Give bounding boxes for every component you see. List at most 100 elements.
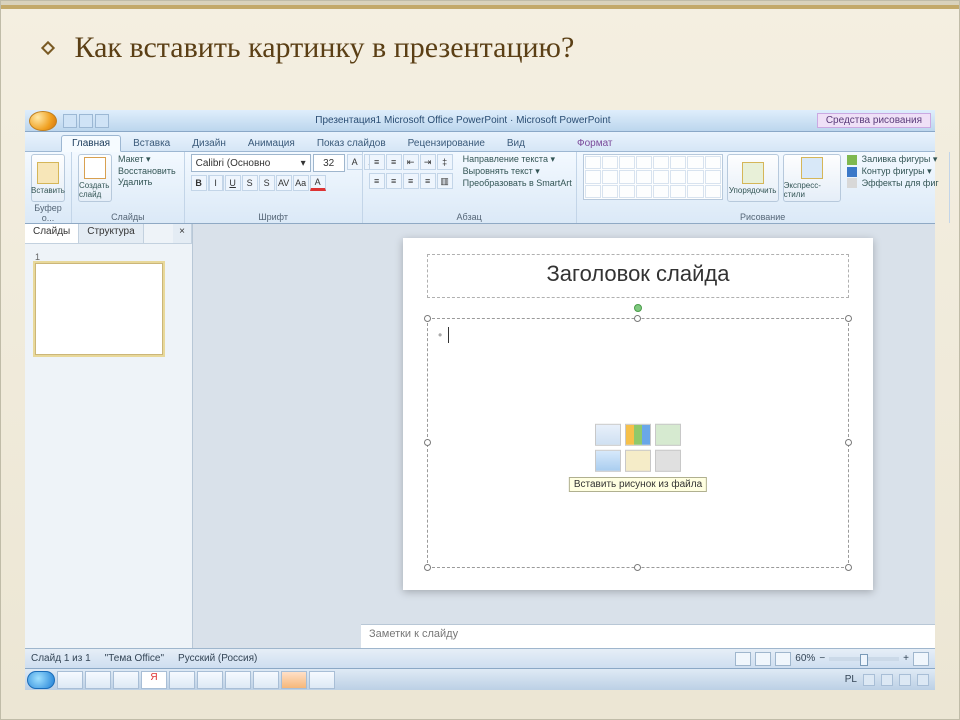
shape-effects-button[interactable]: Эффекты для фиг [845, 178, 943, 188]
slide-thumbnail[interactable]: 1 [35, 252, 182, 355]
insert-table-icon[interactable] [595, 424, 621, 446]
tray-network-icon[interactable] [899, 674, 911, 686]
reset-button[interactable]: Восстановить [116, 166, 178, 176]
align-text-button[interactable]: Выровнять текст ▾ [461, 166, 574, 177]
columns-button[interactable]: ▥ [437, 173, 453, 189]
shape-outline-button[interactable]: Контур фигуры ▾ [845, 166, 943, 177]
title-placeholder[interactable]: Заголовок слайда [427, 254, 849, 298]
selection-handle[interactable] [845, 315, 852, 322]
zoom-in-button[interactable]: + [903, 653, 909, 664]
taskbar-app-mediaplayer[interactable] [169, 671, 195, 689]
selection-handle[interactable] [845, 439, 852, 446]
insert-media-icon[interactable] [655, 450, 681, 472]
tab-view[interactable]: Вид [497, 136, 535, 151]
insert-chart-icon[interactable] [625, 424, 651, 446]
insert-picture-icon[interactable] [595, 450, 621, 472]
taskbar-app-explorer[interactable] [57, 671, 83, 689]
status-language[interactable]: Русский (Россия) [178, 653, 257, 664]
qat-redo-icon[interactable] [95, 114, 109, 128]
taskbar-app-globe[interactable] [197, 671, 223, 689]
selection-handle[interactable] [424, 315, 431, 322]
insert-smartart-icon[interactable] [655, 424, 681, 446]
view-slideshow-button[interactable] [775, 652, 791, 666]
italic-button[interactable]: I [208, 175, 224, 191]
tab-animation[interactable]: Анимация [238, 136, 305, 151]
panel-tab-outline[interactable]: Структура [79, 224, 143, 243]
content-placeholder[interactable]: Вставить рисунок из файла [427, 318, 849, 568]
shapes-gallery[interactable] [583, 154, 723, 200]
taskbar-app-yandex[interactable]: Я [141, 671, 167, 689]
justify-button[interactable]: ≡ [420, 173, 436, 189]
tray-chevron-icon[interactable] [863, 674, 875, 686]
new-slide-button[interactable]: Создать слайд [78, 154, 112, 202]
text-cursor[interactable] [438, 327, 449, 343]
tab-insert[interactable]: Вставка [123, 136, 180, 151]
delete-button[interactable]: Удалить [116, 177, 178, 187]
convert-smartart-button[interactable]: Преобразовать в SmartArt [461, 178, 574, 188]
taskbar-app-browser[interactable] [85, 671, 111, 689]
tab-design[interactable]: Дизайн [182, 136, 236, 151]
notes-pane[interactable]: Заметки к слайду [361, 624, 935, 648]
zoom-out-button[interactable]: − [819, 653, 825, 664]
qat-undo-icon[interactable] [79, 114, 93, 128]
change-case-button[interactable]: Aa [293, 175, 309, 191]
tray-volume-icon[interactable] [917, 674, 929, 686]
underline-button[interactable]: U [225, 175, 241, 191]
numbering-button[interactable]: ≡ [386, 154, 402, 170]
insert-clipart-icon[interactable] [625, 450, 651, 472]
quick-styles-button[interactable]: Экспресс-стили [783, 154, 841, 202]
rotation-handle[interactable] [634, 304, 642, 312]
taskbar-app-word[interactable] [253, 671, 279, 689]
system-tray[interactable]: PL [845, 674, 933, 686]
slide-heading: Как вставить картинку в презентацию? [1, 9, 959, 75]
slide-canvas[interactable]: Заголовок слайда [193, 224, 935, 648]
view-normal-button[interactable] [735, 652, 751, 666]
line-spacing-button[interactable]: ‡ [437, 154, 453, 170]
tray-language[interactable]: PL [845, 674, 857, 685]
paste-button[interactable]: Вставить [31, 154, 65, 202]
tab-home[interactable]: Главная [61, 135, 121, 152]
taskbar-app-sound[interactable] [113, 671, 139, 689]
tab-slideshow[interactable]: Показ слайдов [307, 136, 396, 151]
selection-handle[interactable] [634, 564, 641, 571]
window-titlebar[interactable]: Презентация1 Microsoft Office PowerPoint… [25, 110, 935, 132]
selection-handle[interactable] [424, 439, 431, 446]
align-left-button[interactable]: ≡ [369, 173, 385, 189]
font-name-combo[interactable]: Calibri (Основно▾ [191, 154, 311, 172]
taskbar-app-misc1[interactable] [225, 671, 251, 689]
strike-button[interactable]: S [242, 175, 258, 191]
font-size-combo[interactable]: 32 [313, 154, 345, 172]
fit-window-button[interactable] [913, 652, 929, 666]
panel-tab-slides[interactable]: Слайды [25, 224, 79, 243]
tray-flag-icon[interactable] [881, 674, 893, 686]
align-center-button[interactable]: ≡ [386, 173, 402, 189]
quick-access-toolbar[interactable] [63, 114, 109, 128]
layout-button[interactable]: Макет ▾ [116, 154, 178, 165]
tab-format[interactable]: Формат [567, 136, 623, 151]
selection-handle[interactable] [424, 564, 431, 571]
font-color-button[interactable]: A [310, 175, 326, 191]
start-button[interactable] [27, 671, 55, 689]
view-sorter-button[interactable] [755, 652, 771, 666]
office-button[interactable] [29, 111, 57, 131]
bullets-button[interactable]: ≡ [369, 154, 385, 170]
dec-indent-button[interactable]: ⇤ [403, 154, 419, 170]
grow-font-icon[interactable]: A [347, 154, 363, 170]
taskbar-app-powerpoint[interactable] [281, 671, 307, 689]
qat-save-icon[interactable] [63, 114, 77, 128]
char-spacing-button[interactable]: AV [276, 175, 292, 191]
bold-button[interactable]: B [191, 175, 207, 191]
text-direction-button[interactable]: Направление текста ▾ [461, 154, 574, 165]
zoom-slider[interactable] [829, 657, 899, 661]
tab-review[interactable]: Рецензирование [398, 136, 495, 151]
shape-fill-button[interactable]: Заливка фигуры ▾ [845, 154, 943, 165]
shadow-button[interactable]: S [259, 175, 275, 191]
slide[interactable]: Заголовок слайда [403, 238, 873, 590]
arrange-button[interactable]: Упорядочить [727, 154, 779, 202]
selection-handle[interactable] [845, 564, 852, 571]
inc-indent-button[interactable]: ⇥ [420, 154, 436, 170]
selection-handle[interactable] [634, 315, 641, 322]
align-right-button[interactable]: ≡ [403, 173, 419, 189]
panel-close-button[interactable]: × [173, 224, 192, 243]
taskbar-app-paint[interactable] [309, 671, 335, 689]
